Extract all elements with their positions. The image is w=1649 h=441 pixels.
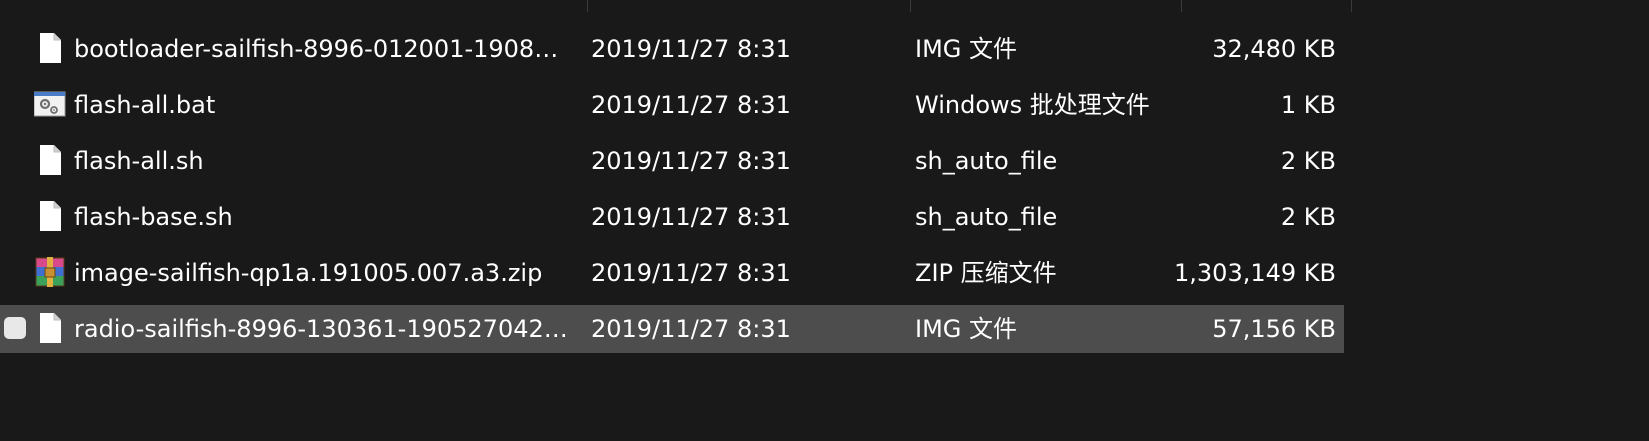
file-size: 2 KB (1280, 147, 1336, 175)
file-name: flash-base.sh (74, 203, 233, 231)
file-date-modified: 2019/11/27 8:31 (591, 147, 791, 175)
file-date-modified: 2019/11/27 8:31 (591, 203, 791, 231)
file-row[interactable]: bootloader-sailfish-8996-012001-190807..… (0, 21, 1344, 77)
column-divider-name[interactable] (587, 0, 588, 12)
file-list-view: bootloader-sailfish-8996-012001-190807..… (0, 0, 1649, 441)
file-date-modified: 2019/11/27 8:31 (591, 259, 791, 287)
batch-file-icon (34, 87, 66, 121)
file-size: 57,156 KB (1212, 315, 1336, 343)
column-divider-size[interactable] (1351, 0, 1352, 12)
document-icon (34, 199, 66, 233)
file-type: IMG 文件 (915, 315, 1018, 343)
file-row-selected[interactable]: radio-sailfish-8996-130361-1905270421.i.… (0, 305, 1344, 353)
file-row[interactable]: flash-base.sh 2019/11/27 8:31 sh_auto_fi… (0, 189, 1344, 245)
file-type: IMG 文件 (915, 35, 1018, 63)
file-size: 1 KB (1280, 91, 1336, 119)
file-type: sh_auto_file (915, 203, 1058, 231)
file-type: Windows 批处理文件 (915, 91, 1150, 119)
file-row[interactable]: image-sailfish-qp1a.191005.007.a3.zip 20… (0, 245, 1344, 301)
file-row[interactable]: flash-all.bat 2019/11/27 8:31 Windows 批处… (0, 77, 1344, 133)
file-name: flash-all.bat (74, 91, 216, 119)
file-size: 32,480 KB (1212, 35, 1336, 63)
file-date-modified: 2019/11/27 8:31 (591, 315, 791, 343)
file-type: sh_auto_file (915, 147, 1058, 175)
file-type: ZIP 压缩文件 (915, 259, 1057, 287)
file-date-modified: 2019/11/27 8:31 (591, 35, 791, 63)
column-divider-type[interactable] (1181, 0, 1182, 12)
file-size: 1,303,149 KB (1174, 259, 1336, 287)
file-name: flash-all.sh (74, 147, 204, 175)
document-icon (34, 31, 66, 65)
file-name: bootloader-sailfish-8996-012001-190807..… (74, 35, 570, 63)
file-name: image-sailfish-qp1a.191005.007.a3.zip (74, 259, 543, 287)
file-date-modified: 2019/11/27 8:31 (591, 91, 791, 119)
file-row[interactable]: flash-all.sh 2019/11/27 8:31 sh_auto_fil… (0, 133, 1344, 189)
row-checkbox[interactable] (4, 317, 26, 339)
file-name: radio-sailfish-8996-130361-1905270421.i.… (74, 315, 570, 343)
winrar-archive-icon (34, 255, 66, 289)
column-divider-date[interactable] (910, 0, 911, 12)
document-icon (34, 311, 66, 345)
document-icon (34, 143, 66, 177)
file-size: 2 KB (1280, 203, 1336, 231)
file-rows: bootloader-sailfish-8996-012001-190807..… (0, 21, 1344, 353)
